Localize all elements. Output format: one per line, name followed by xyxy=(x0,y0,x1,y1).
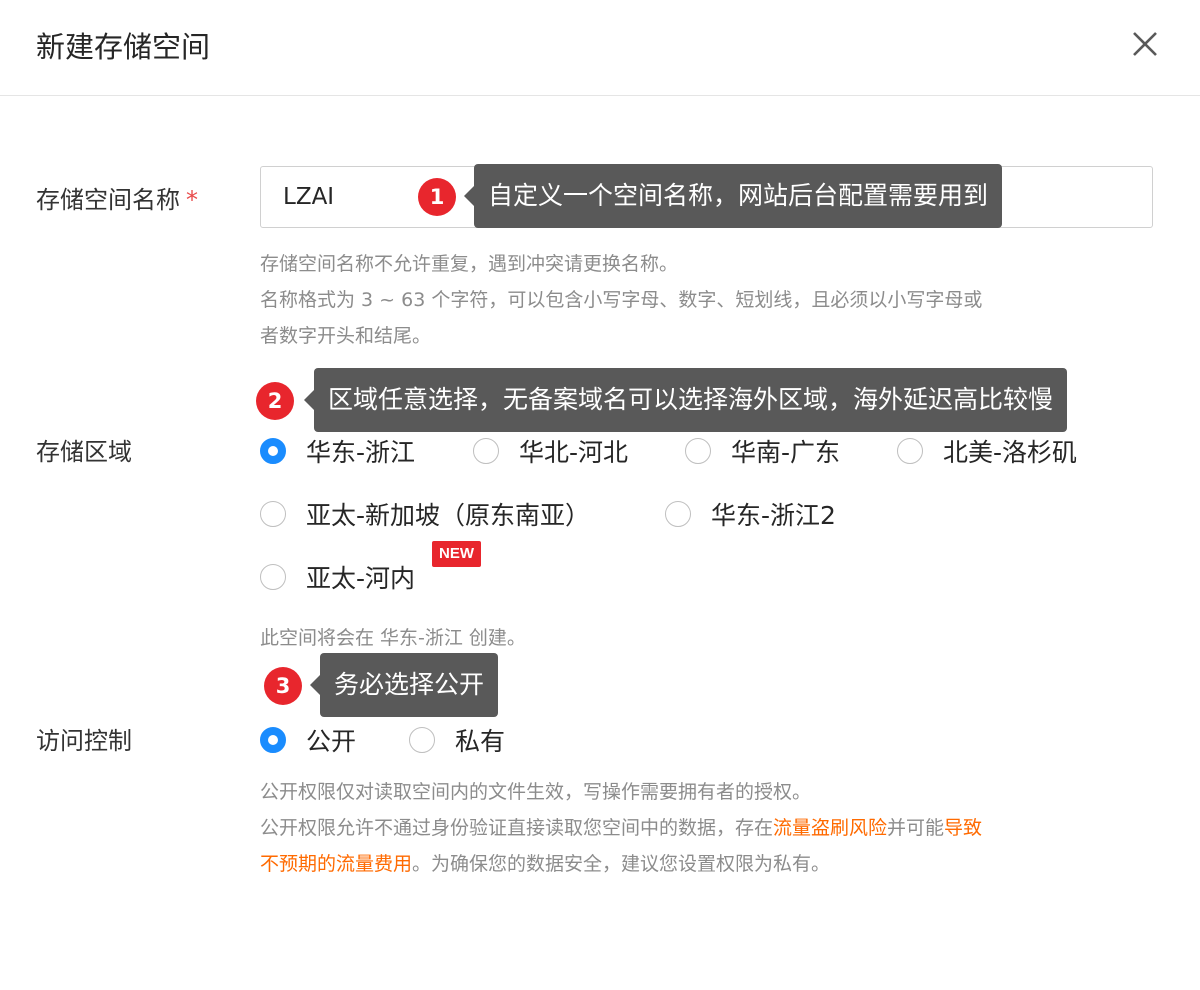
radio-icon xyxy=(665,501,691,527)
unexpected-cost-text: 不预期的流量费用 xyxy=(260,853,413,875)
region-option-beimei-luoshanji[interactable]: 北美-洛杉矶 xyxy=(897,433,1077,469)
required-mark: * xyxy=(186,186,198,214)
traffic-theft-risk-text: 流量盗刷风险 xyxy=(773,817,888,839)
radio-checked-icon xyxy=(260,727,286,753)
region-option-yatai-singapore[interactable]: 亚太-新加坡（原东南亚） xyxy=(260,496,590,532)
bucket-name-hint: 存储空间名称不允许重复，遇到冲突请更换名称。 名称格式为 3 ~ 63 个字符，… xyxy=(260,253,983,347)
annotation-badge-3: 3 xyxy=(264,667,302,705)
annotation-badge-1: 1 xyxy=(418,178,456,216)
region-option-yatai-hanoi[interactable]: 亚太-河内 xyxy=(260,559,415,595)
radio-icon xyxy=(409,727,435,753)
radio-icon xyxy=(897,438,923,464)
annotation-badge-2: 2 xyxy=(256,382,294,420)
radio-icon xyxy=(260,564,286,590)
dialog-header: 新建存储空间 xyxy=(0,0,1200,96)
region-option-huanan-guangdong[interactable]: 华南-广东 xyxy=(685,433,840,469)
region-option-huadong-zhejiang2[interactable]: 华东-浙江2 xyxy=(665,496,836,532)
radio-icon xyxy=(260,501,286,527)
radio-icon xyxy=(685,438,711,464)
bucket-name-label: 存储空间名称 * xyxy=(36,186,198,214)
region-option-huabei-hebei[interactable]: 华北-河北 xyxy=(473,433,628,469)
access-hint: 公开权限仅对读取空间内的文件生效，写操作需要拥有者的授权。 公开权限允许不通过身… xyxy=(260,781,983,875)
access-option-private[interactable]: 私有 xyxy=(409,722,505,758)
close-icon[interactable] xyxy=(1128,27,1162,61)
access-option-public[interactable]: 公开 xyxy=(260,722,356,758)
region-label: 存储区域 xyxy=(36,438,132,466)
access-control-label: 访问控制 xyxy=(36,727,132,755)
annotation-tooltip-3: 务必选择公开 xyxy=(309,653,499,717)
annotation-tooltip-2: 区域任意选择，无备案域名可以选择海外区域，海外延迟高比较慢 xyxy=(303,368,1068,432)
region-note: 此空间将会在 华东-浙江 创建。 xyxy=(260,627,526,649)
radio-icon xyxy=(473,438,499,464)
region-option-huadong-zhejiang[interactable]: 华东-浙江 xyxy=(260,433,415,469)
annotation-tooltip-1: 自定义一个空间名称，网站后台配置需要用到 xyxy=(463,164,1003,228)
dialog-title: 新建存储空间 xyxy=(36,30,211,64)
new-badge: NEW xyxy=(432,541,481,567)
radio-checked-icon xyxy=(260,438,286,464)
